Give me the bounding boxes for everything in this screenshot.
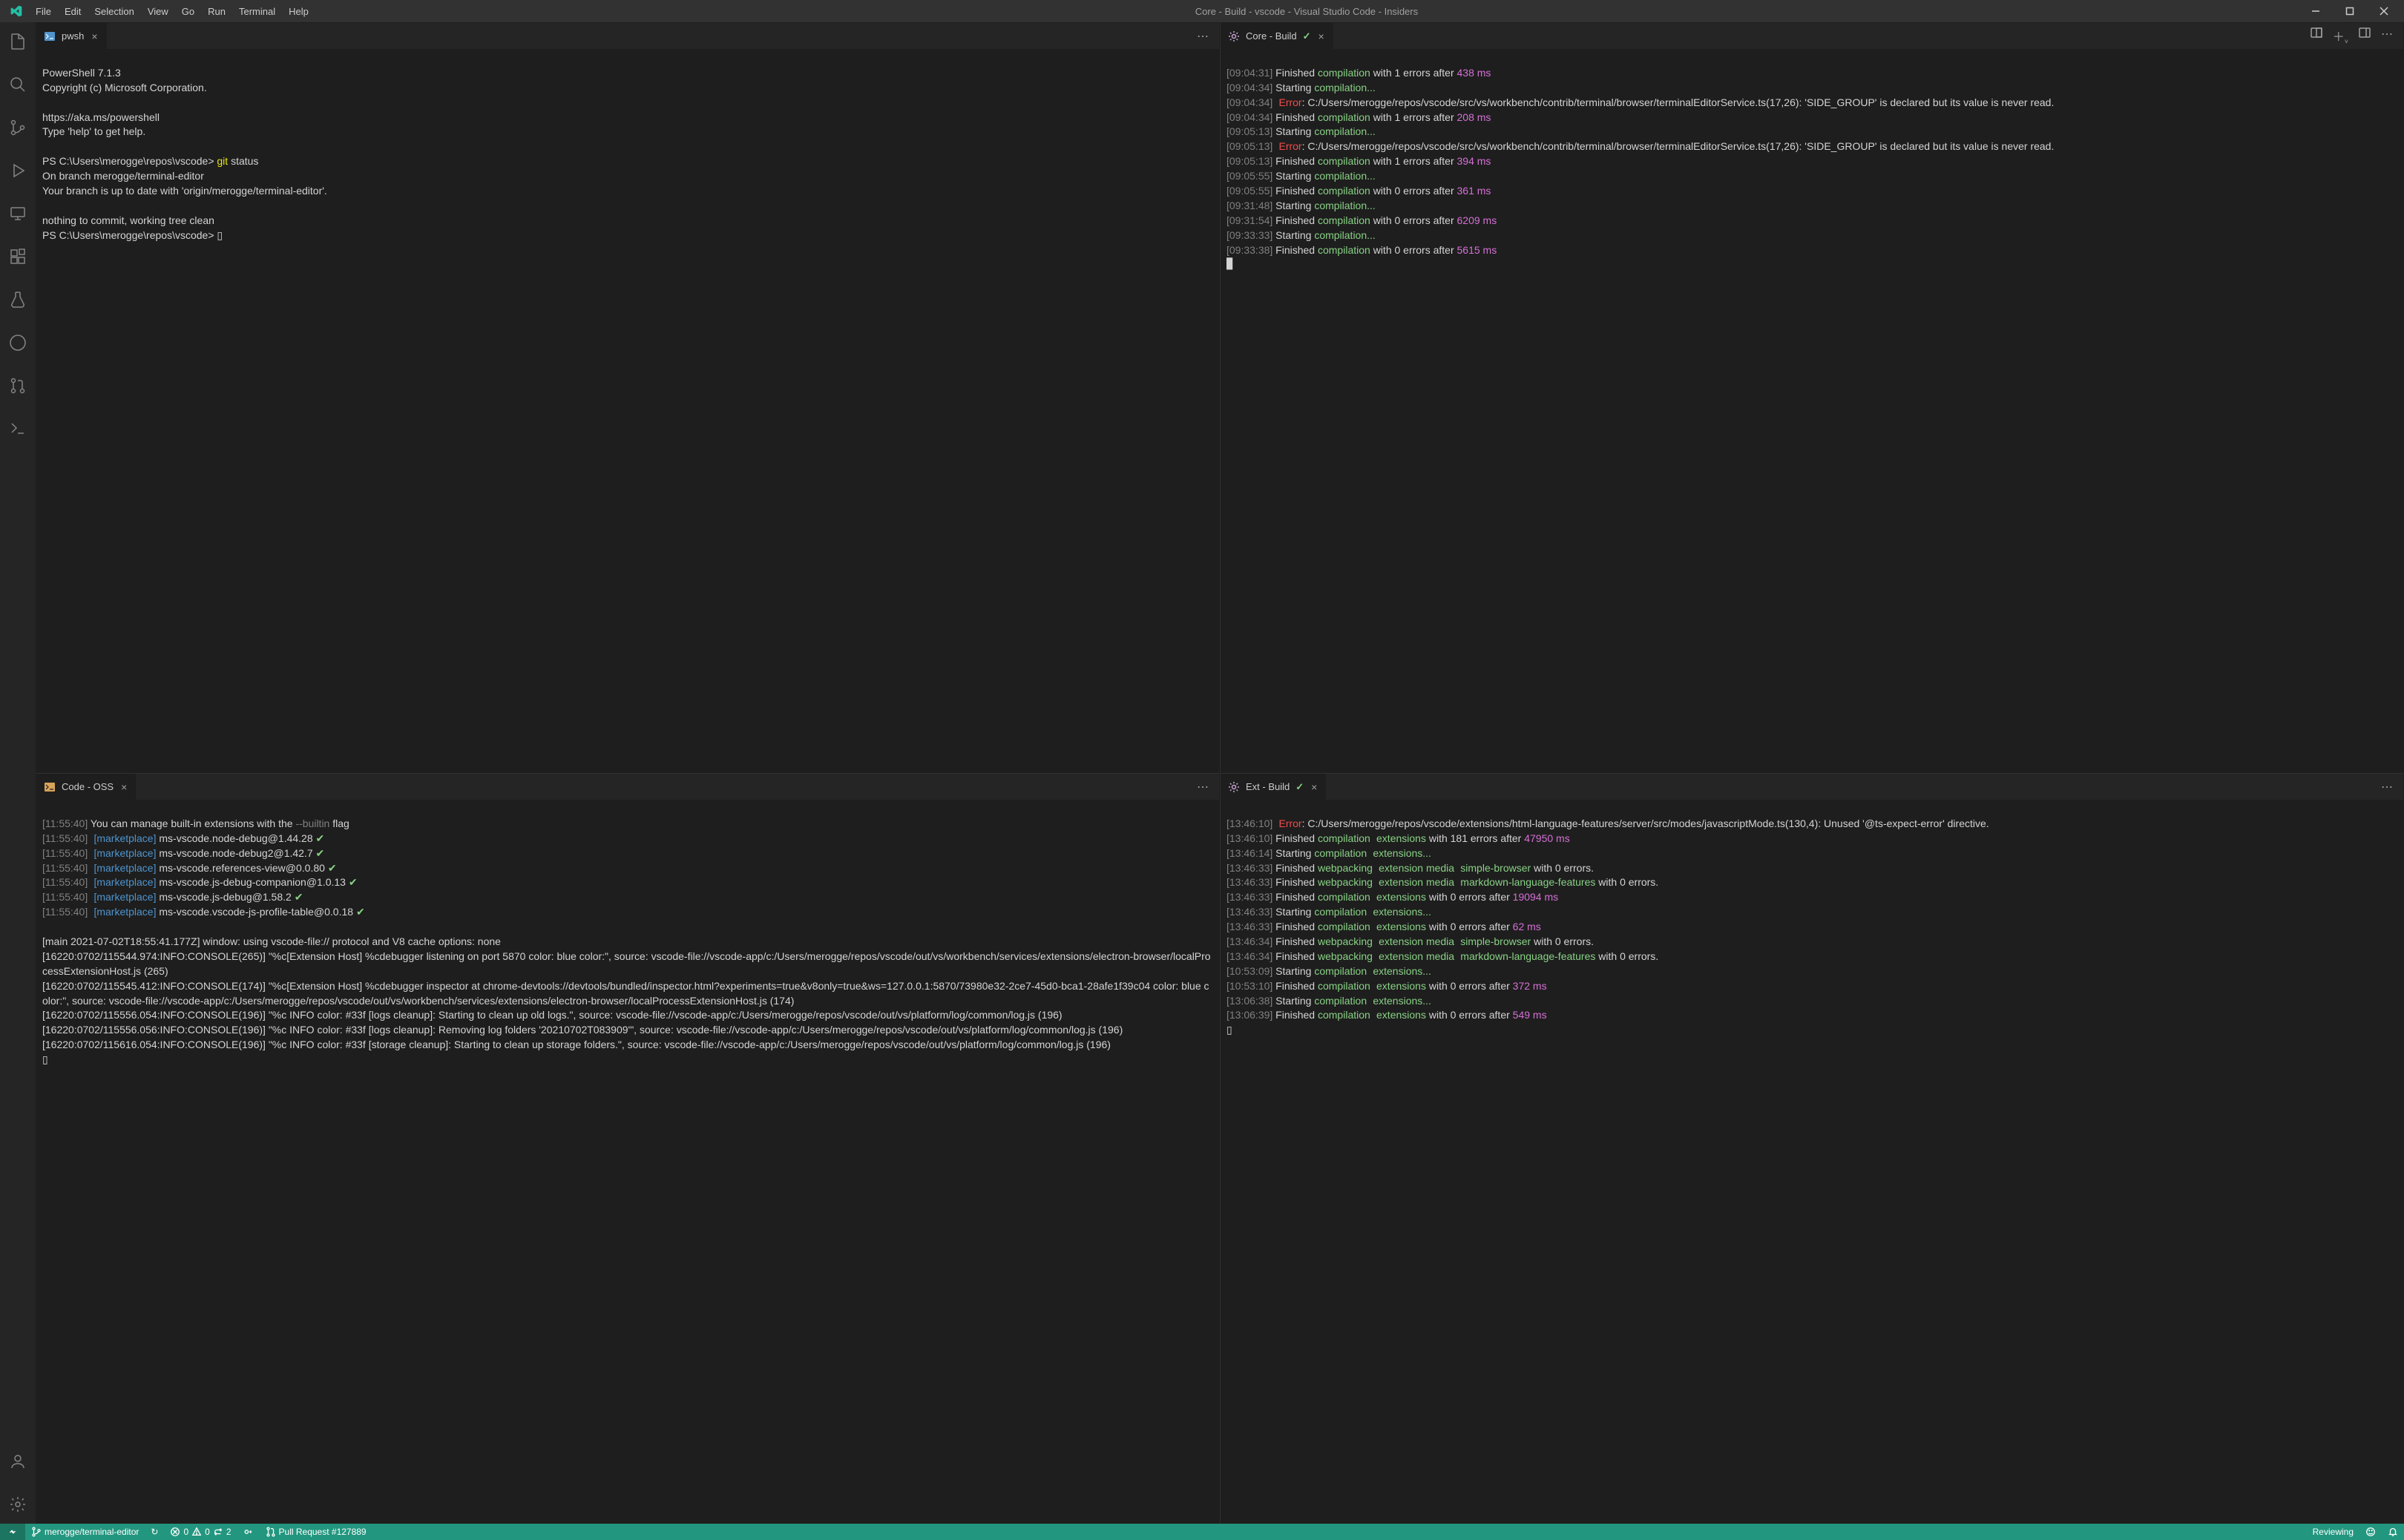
settings-gear-icon[interactable] [0, 1490, 36, 1519]
tab-more-icon[interactable]: ⋯ [1197, 29, 1209, 44]
terminal-core[interactable]: [09:04:31] Finished compilation with 1 e… [1221, 49, 2403, 772]
check-icon: ✓ [1303, 30, 1311, 42]
tab-close-icon[interactable]: × [90, 30, 99, 42]
pull-request-icon[interactable] [0, 371, 36, 401]
sb-pull-request[interactable]: Pull Request #127889 [260, 1524, 372, 1540]
sb-mode[interactable]: Reviewing [2307, 1524, 2359, 1540]
activity-bar [0, 22, 36, 1524]
tab-more-icon[interactable]: ⋯ [1197, 780, 1209, 794]
sb-sync[interactable]: ↻ [145, 1524, 164, 1540]
tabbar-ext: Ext - Build ✓ × ⋯ [1221, 774, 2403, 800]
terminal-icon [44, 30, 56, 42]
run-debug-icon[interactable] [0, 156, 36, 185]
tab-ext-build[interactable]: Ext - Build ✓ × [1221, 774, 1327, 800]
menu-edit[interactable]: Edit [59, 3, 87, 20]
minimize-button[interactable] [2299, 0, 2333, 22]
terminal-bash-icon[interactable] [0, 414, 36, 444]
menu-view[interactable]: View [142, 3, 174, 20]
tabbar-pwsh: pwsh × ⋯ [36, 23, 1219, 49]
tab-close-icon[interactable]: × [1310, 781, 1318, 793]
close-button[interactable] [2367, 0, 2401, 22]
github-icon[interactable] [0, 328, 36, 358]
new-terminal-icon[interactable]: ＋˅ [2333, 27, 2348, 45]
panel-layout-icon[interactable] [2359, 27, 2371, 45]
terminal-pwsh[interactable]: PowerShell 7.1.3 Copyright (c) Microsoft… [36, 49, 1219, 772]
menu-go[interactable]: Go [176, 3, 200, 20]
remote-indicator[interactable] [0, 1524, 25, 1540]
maximize-button[interactable] [2333, 0, 2367, 22]
pane-core-build: Core - Build ✓ × ＋˅ ⋯ [09:04:31] Finishe… [1220, 22, 2404, 773]
pane-pwsh: pwsh × ⋯ PowerShell 7.1.3 Copyright (c) … [36, 22, 1220, 773]
tab-more-icon[interactable]: ⋯ [2381, 27, 2393, 45]
sb-ports[interactable] [237, 1524, 260, 1540]
sb-bell-icon[interactable] [2382, 1524, 2404, 1540]
remote-explorer-icon[interactable] [0, 199, 36, 228]
pane-code-oss: Code - OSS × ⋯ [11:55:40] You can manage… [36, 773, 1220, 1524]
tab-ext-label: Ext - Build [1246, 781, 1290, 792]
sb-problems[interactable]: 0 0 2 [164, 1524, 237, 1540]
accounts-icon[interactable] [0, 1447, 36, 1476]
sb-feedback-icon[interactable] [2359, 1524, 2382, 1540]
split-layout-icon[interactable] [2311, 27, 2322, 45]
search-icon[interactable] [0, 70, 36, 99]
titlebar: File Edit Selection View Go Run Terminal… [0, 0, 2404, 22]
check-icon: ✓ [1295, 781, 1304, 793]
testing-icon[interactable] [0, 285, 36, 315]
sb-branch-name: merogge/terminal-editor [45, 1527, 139, 1537]
menu-run[interactable]: Run [202, 3, 231, 20]
tabbar-core: Core - Build ✓ × ＋˅ ⋯ [1221, 23, 2403, 49]
pane-ext-build: Ext - Build ✓ × ⋯ [13:46:10] Error: C:/U… [1220, 773, 2404, 1524]
menu-terminal[interactable]: Terminal [233, 3, 281, 20]
tab-more-icon[interactable]: ⋯ [2381, 780, 2393, 794]
menu-help[interactable]: Help [283, 3, 315, 20]
gear-small-icon [1228, 30, 1240, 42]
tabbar-oss: Code - OSS × ⋯ [36, 774, 1219, 800]
vscode-insiders-icon [10, 5, 22, 17]
source-control-icon[interactable] [0, 113, 36, 142]
extensions-icon[interactable] [0, 242, 36, 272]
sb-branch[interactable]: merogge/terminal-editor [25, 1524, 145, 1540]
tab-oss-label: Code - OSS [62, 781, 114, 792]
window-title: Core - Build - vscode - Visual Studio Co… [315, 6, 2299, 17]
tab-core-label: Core - Build [1246, 30, 1297, 42]
terminal-oss[interactable]: [11:55:40] You can manage built-in exten… [36, 800, 1219, 1523]
tab-close-icon[interactable]: × [1317, 30, 1326, 42]
terminal-ext[interactable]: [13:46:10] Error: C:/Users/merogge/repos… [1221, 800, 2403, 1523]
tab-code-oss[interactable]: Code - OSS × [36, 774, 137, 800]
tab-close-icon[interactable]: × [119, 781, 128, 793]
tab-core-build[interactable]: Core - Build ✓ × [1221, 23, 1334, 49]
explorer-icon[interactable] [0, 27, 36, 56]
statusbar: merogge/terminal-editor ↻ 0 0 2 Pull Req… [0, 1524, 2404, 1540]
main-menu: File Edit Selection View Go Run Terminal… [30, 3, 315, 20]
tab-pwsh[interactable]: pwsh × [36, 23, 108, 49]
menu-selection[interactable]: Selection [88, 3, 139, 20]
menu-file[interactable]: File [30, 3, 57, 20]
window-controls [2299, 0, 2401, 22]
gear-small-icon [1228, 781, 1240, 793]
terminal-icon [44, 781, 56, 793]
tab-pwsh-label: pwsh [62, 30, 84, 42]
